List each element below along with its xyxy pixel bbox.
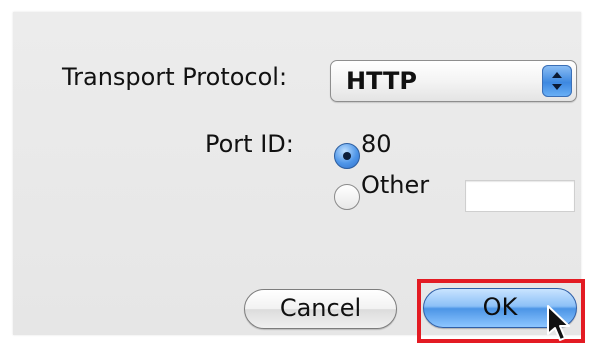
transport-protocol-select[interactable]: HTTP: [330, 60, 577, 102]
cancel-button-label: Cancel: [279, 294, 362, 322]
radio-selected-dot: [343, 152, 351, 160]
port-80-label: 80: [361, 130, 392, 158]
up-down-arrows-icon: [542, 65, 572, 97]
port-other-label: Other: [361, 171, 430, 199]
port-other-radio[interactable]: [334, 184, 360, 210]
mouse-pointer-icon: [547, 305, 570, 341]
transport-protocol-value: HTTP: [346, 67, 417, 95]
dialog-window: Transport Protocol: HTTP Port ID: 80 Oth…: [13, 12, 585, 343]
cancel-button[interactable]: Cancel: [244, 289, 397, 329]
other-port-input[interactable]: [465, 180, 575, 212]
port-id-label: Port ID:: [205, 130, 294, 158]
transport-protocol-label: Transport Protocol:: [62, 63, 288, 91]
port-80-radio[interactable]: [334, 143, 360, 169]
